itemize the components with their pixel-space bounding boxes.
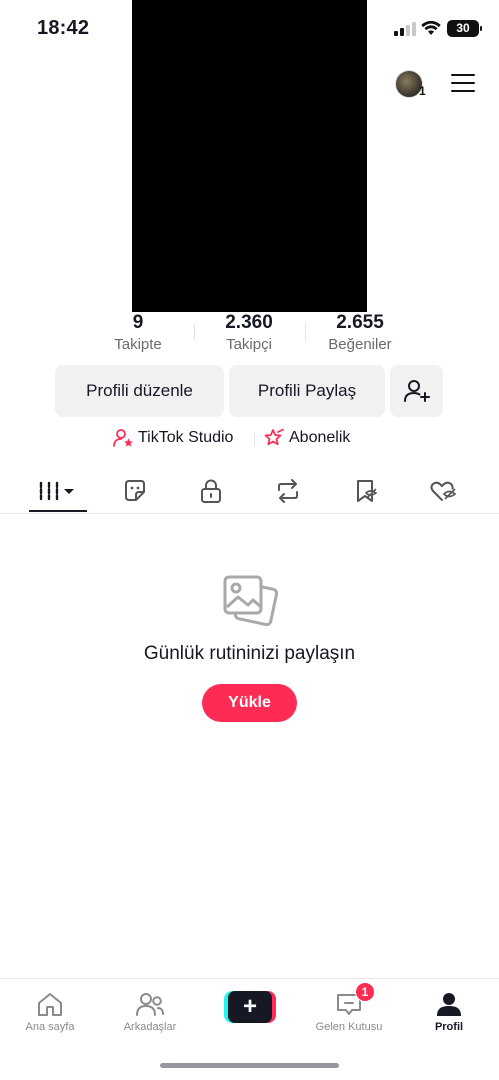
home-icon: [38, 993, 62, 1016]
tab-reposts[interactable]: [259, 470, 317, 512]
divider: [254, 432, 255, 446]
profile-links: TikTok Studio Abonelik: [0, 428, 499, 450]
battery-level: 30: [456, 21, 470, 35]
upload-button[interactable]: Yükle: [202, 684, 297, 722]
active-tab-indicator: [29, 510, 87, 512]
cellular-signal-icon: [394, 22, 416, 36]
add-user-icon: [403, 380, 430, 402]
nav-profile[interactable]: Profil: [409, 987, 489, 1033]
subscription-icon: [264, 428, 284, 446]
create-button[interactable]: +: [224, 991, 276, 1023]
plus-icon: +: [228, 991, 272, 1023]
subscription-link[interactable]: Abonelik: [264, 428, 350, 448]
nav-friends[interactable]: Arkadaşlar: [110, 987, 190, 1033]
stat-following[interactable]: 9 Takipte: [83, 312, 193, 356]
inbox-badge: 1: [355, 982, 375, 1002]
subscription-label: Abonelik: [289, 429, 351, 446]
stat-value: 2.655: [336, 312, 384, 333]
tab-private[interactable]: [182, 470, 240, 512]
tiktok-studio-link[interactable]: TikTok Studio: [113, 428, 233, 448]
liked-icon: [430, 481, 457, 501]
add-friend-button[interactable]: [390, 365, 443, 417]
stat-label: Beğeniler: [328, 336, 392, 353]
favorites-icon: [357, 480, 378, 502]
stat-value: 9: [132, 312, 144, 333]
profile-tabs: [0, 470, 499, 514]
battery-icon: 30: [447, 20, 482, 37]
account-switcher[interactable]: 1: [395, 70, 429, 100]
nav-inbox[interactable]: Gelen Kutusu: [309, 987, 389, 1033]
profile-stats: 9 Takipte 2.360 Takipçi 2.655 Beğeniler: [0, 312, 499, 358]
home-indicator: [160, 1063, 339, 1068]
profile-icon: [437, 993, 461, 1016]
status-time: 18:42: [37, 17, 90, 39]
nav-home-label: Ana sayfa: [25, 1021, 75, 1033]
nav-profile-label: Profil: [434, 1021, 464, 1033]
studio-label: TikTok Studio: [138, 429, 234, 446]
tab-stickers[interactable]: [106, 470, 164, 512]
empty-state-title: Günlük rutininizi paylaşın: [143, 643, 356, 664]
menu-icon[interactable]: [451, 74, 475, 94]
share-profile-button[interactable]: Profili Paylaş: [229, 365, 385, 417]
videos-grid-icon: [39, 481, 74, 501]
nav-home[interactable]: Ana sayfa: [10, 987, 90, 1033]
stat-likes[interactable]: 2.655 Beğeniler: [305, 312, 415, 356]
redacted-profile-header: [132, 0, 367, 312]
studio-icon: [113, 429, 133, 447]
nav-inbox-label: Gelen Kutusu: [315, 1021, 383, 1033]
friends-icon: [136, 993, 164, 1016]
edit-profile-button[interactable]: Profili düzenle: [55, 365, 224, 417]
stat-value: 2.360: [225, 312, 273, 333]
stat-label: Takipçi: [226, 336, 272, 353]
photos-icon: [223, 575, 278, 627]
stat-followers[interactable]: 2.360 Takipçi: [194, 312, 304, 356]
stat-label: Takipte: [114, 336, 162, 353]
lock-icon: [201, 479, 221, 503]
tab-liked[interactable]: [414, 470, 472, 512]
tab-videos[interactable]: [29, 470, 87, 512]
nav-friends-label: Arkadaşlar: [123, 1021, 177, 1033]
repost-icon: [278, 479, 298, 503]
avatar-count: 1: [419, 84, 426, 98]
stickers-icon: [125, 480, 145, 501]
tab-favorites[interactable]: [337, 470, 395, 512]
wifi-icon: [421, 20, 441, 35]
